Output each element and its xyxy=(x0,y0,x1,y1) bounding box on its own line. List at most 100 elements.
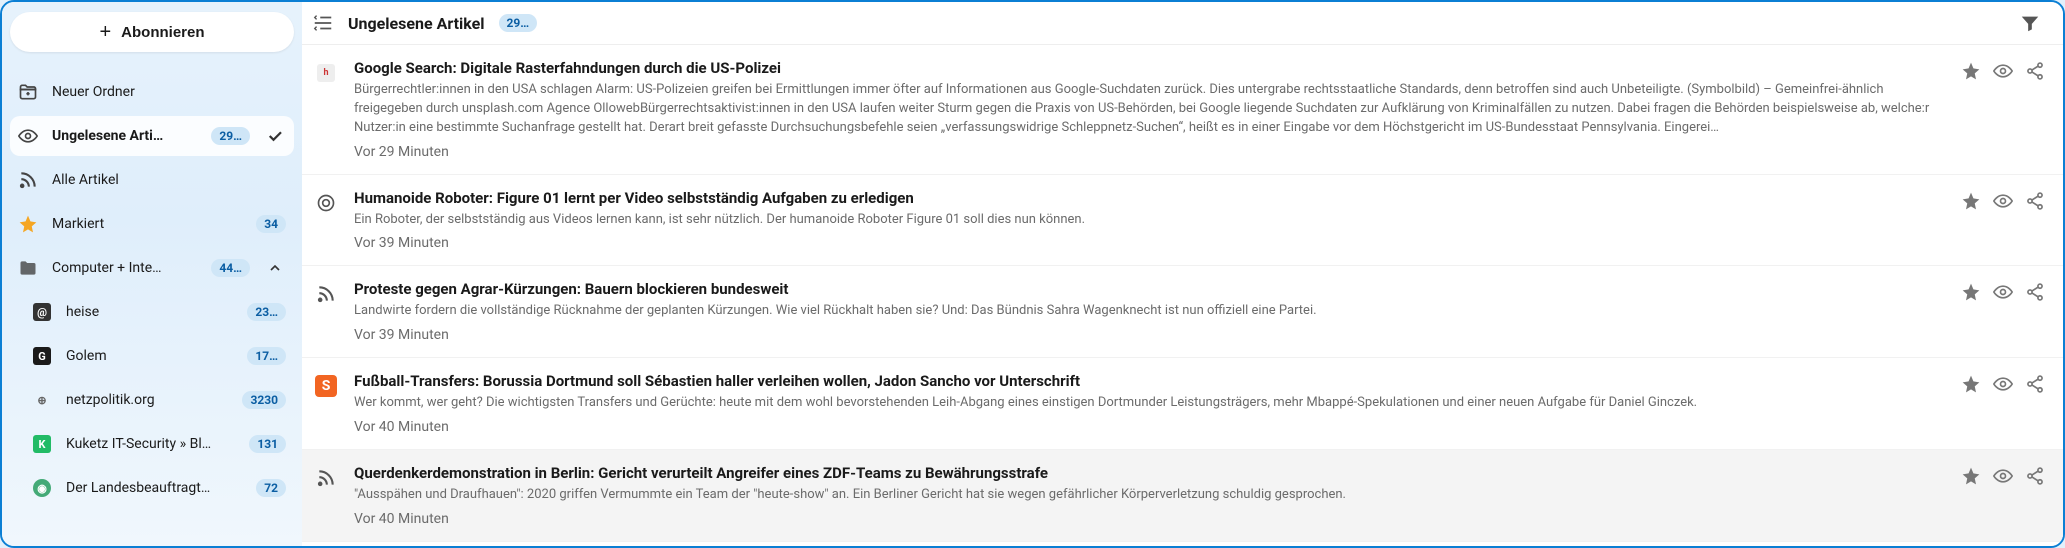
sidebar-feed-kuketz[interactable]: K Kuketz IT-Security » Bl… 131 xyxy=(10,424,294,464)
sidebar-item-label: Kuketz IT-Security » Bl… xyxy=(66,436,235,452)
article-time: Vor 39 Minuten xyxy=(354,327,1945,343)
article-body: Humanoide Roboter: Figure 01 lernt per V… xyxy=(354,189,1945,252)
feed-favicon-kuketz: K xyxy=(32,434,52,454)
article-row[interactable]: Proteste gegen Agrar-Kürzungen: Bauern b… xyxy=(302,266,2063,358)
star-icon[interactable] xyxy=(1961,282,1981,306)
article-row[interactable]: h Google Search: Digitale Rasterfahndung… xyxy=(302,45,2063,175)
feed-count-badge: 72 xyxy=(256,479,286,497)
article-actions xyxy=(1961,280,2045,343)
sidebar-item-label: Neuer Ordner xyxy=(52,84,286,100)
article-favicon-rss xyxy=(314,466,338,490)
feed-favicon-netzpolitik: ⊕ xyxy=(32,390,52,410)
article-time: Vor 39 Minuten xyxy=(354,235,1945,251)
share-icon[interactable] xyxy=(2025,282,2045,306)
subscribe-button[interactable]: + Abonnieren xyxy=(10,12,294,52)
share-icon[interactable] xyxy=(2025,466,2045,490)
sidebar-item-starred[interactable]: Markiert 34 xyxy=(10,204,294,244)
article-favicon-heise: h xyxy=(314,61,338,85)
sidebar-item-all[interactable]: Alle Artikel xyxy=(10,160,294,200)
share-icon[interactable] xyxy=(2025,191,2045,215)
unread-count-badge: 29… xyxy=(211,127,250,145)
starred-count-badge: 34 xyxy=(256,215,286,233)
folder-icon xyxy=(18,258,38,278)
feed-favicon-lfdi: ◉ xyxy=(32,478,52,498)
feed-favicon-heise: @ xyxy=(32,302,52,322)
eye-icon[interactable] xyxy=(1993,191,2013,215)
article-time: Vor 40 Minuten xyxy=(354,419,1945,435)
share-icon[interactable] xyxy=(2025,61,2045,85)
article-excerpt: Landwirte fordern die vollständige Rückn… xyxy=(354,302,1945,321)
page-title: Ungelesene Artikel xyxy=(348,14,485,33)
sidebar-folder-computer[interactable]: Computer + Inte… 44… xyxy=(10,248,294,288)
app-root: + Abonnieren Neuer Ordner Ungelesene Art… xyxy=(0,0,2065,548)
sidebar: + Abonnieren Neuer Ordner Ungelesene Art… xyxy=(2,2,302,546)
sidebar-feed-heise[interactable]: @ heise 23… xyxy=(10,292,294,332)
check-icon xyxy=(264,127,286,145)
eye-icon[interactable] xyxy=(1993,282,2013,306)
article-body: Fußball-Transfers: Borussia Dortmund sol… xyxy=(354,372,1945,435)
sidebar-item-label: Golem xyxy=(66,348,233,364)
sidebar-item-label: Ungelesene Arti… xyxy=(52,128,197,144)
filter-icon[interactable] xyxy=(2019,12,2041,34)
eye-icon[interactable] xyxy=(1993,466,2013,490)
collapse-list-icon[interactable] xyxy=(312,12,334,34)
plus-icon: + xyxy=(99,22,111,42)
article-time: Vor 29 Minuten xyxy=(354,144,1945,160)
sidebar-item-label: Der Landesbeauftragt… xyxy=(66,480,242,496)
article-row[interactable]: S Fußball-Transfers: Borussia Dortmund s… xyxy=(302,358,2063,450)
rss-icon xyxy=(18,170,38,190)
topbar-count-badge: 29… xyxy=(499,14,538,32)
eye-icon[interactable] xyxy=(1993,61,2013,85)
sidebar-feed-lfdi[interactable]: ◉ Der Landesbeauftragt… 72 xyxy=(10,468,294,508)
article-actions xyxy=(1961,59,2045,160)
feed-favicon-golem: G xyxy=(32,346,52,366)
article-body: Google Search: Digitale Rasterfahndungen… xyxy=(354,59,1945,160)
article-excerpt: Ein Roboter, der selbstständig aus Video… xyxy=(354,211,1945,230)
feed-count-badge: 17… xyxy=(247,347,286,365)
star-icon[interactable] xyxy=(1961,466,1981,490)
folder-count-badge: 44… xyxy=(211,259,250,277)
article-body: Querdenkerdemonstration in Berlin: Geric… xyxy=(354,464,1945,527)
article-title: Proteste gegen Agrar-Kürzungen: Bauern b… xyxy=(354,280,1945,298)
main-pane: Ungelesene Artikel 29… h Google Search: … xyxy=(302,2,2063,546)
article-excerpt: Wer kommt, wer geht? Die wichtigsten Tra… xyxy=(354,394,1945,413)
article-title: Google Search: Digitale Rasterfahndungen… xyxy=(354,59,1945,77)
article-actions xyxy=(1961,464,2045,527)
chevron-up-icon[interactable] xyxy=(264,260,286,276)
article-time: Vor 40 Minuten xyxy=(354,511,1945,527)
eye-icon[interactable] xyxy=(1993,374,2013,398)
star-icon[interactable] xyxy=(1961,374,1981,398)
feed-count-badge: 23… xyxy=(247,303,286,321)
article-excerpt: Bürgerrechtler:innen in den USA schlagen… xyxy=(354,81,1945,138)
article-title: Querdenkerdemonstration in Berlin: Geric… xyxy=(354,464,1945,482)
article-row[interactable]: Humanoide Roboter: Figure 01 lernt per V… xyxy=(302,175,2063,267)
sidebar-item-label: Alle Artikel xyxy=(52,172,286,188)
share-icon[interactable] xyxy=(2025,374,2045,398)
article-body: Proteste gegen Agrar-Kürzungen: Bauern b… xyxy=(354,280,1945,343)
sidebar-feed-golem[interactable]: G Golem 17… xyxy=(10,336,294,376)
article-actions xyxy=(1961,189,2045,252)
sidebar-feed-netzpolitik[interactable]: ⊕ netzpolitik.org 3230 xyxy=(10,380,294,420)
sidebar-item-label: Computer + Inte… xyxy=(52,260,197,276)
article-favicon-rss xyxy=(314,282,338,306)
eye-icon xyxy=(18,126,38,146)
star-icon[interactable] xyxy=(1961,191,1981,215)
sidebar-item-label: heise xyxy=(66,304,233,320)
star-icon xyxy=(18,214,38,234)
topbar: Ungelesene Artikel 29… xyxy=(302,2,2063,45)
article-favicon-ring xyxy=(314,191,338,215)
folder-plus-icon xyxy=(18,82,38,102)
article-row[interactable]: Querdenkerdemonstration in Berlin: Geric… xyxy=(302,450,2063,542)
sidebar-item-label: Markiert xyxy=(52,216,242,232)
article-row[interactable]: Anzeige: Portable Monitor von Arzopa 94 … xyxy=(302,542,2063,546)
article-favicon-spiegel: S xyxy=(314,374,338,398)
article-actions xyxy=(1961,372,2045,435)
star-icon[interactable] xyxy=(1961,61,1981,85)
article-title: Fußball-Transfers: Borussia Dortmund sol… xyxy=(354,372,1945,390)
article-excerpt: "Ausspähen und Draufhauen": 2020 griffen… xyxy=(354,486,1945,505)
sidebar-item-new-folder[interactable]: Neuer Ordner xyxy=(10,72,294,112)
feed-count-badge: 3230 xyxy=(242,391,286,409)
sidebar-item-unread[interactable]: Ungelesene Arti… 29… xyxy=(10,116,294,156)
article-title: Humanoide Roboter: Figure 01 lernt per V… xyxy=(354,189,1945,207)
article-list[interactable]: h Google Search: Digitale Rasterfahndung… xyxy=(302,45,2063,546)
